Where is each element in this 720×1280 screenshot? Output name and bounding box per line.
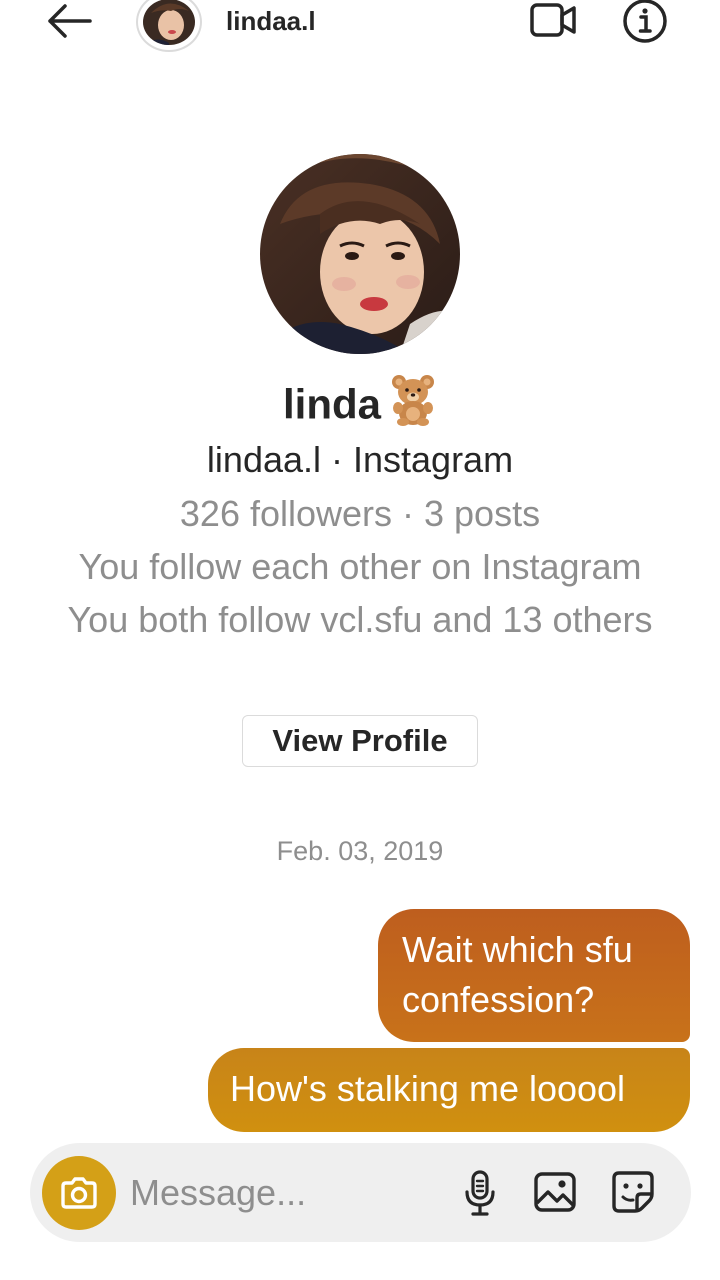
- gallery-button[interactable]: [532, 1169, 578, 1215]
- profile-stats-line: 326 followers · 3 posts: [179, 493, 541, 534]
- camera-icon: [61, 1177, 97, 1209]
- view-profile-button[interactable]: View Profile: [242, 715, 478, 767]
- message-composer: [30, 1143, 691, 1242]
- info-icon: [623, 0, 667, 43]
- camera-button[interactable]: [42, 1156, 116, 1230]
- message-input[interactable]: [130, 1167, 450, 1219]
- voice-message-button[interactable]: [460, 1169, 500, 1217]
- microphone-icon: [465, 1170, 495, 1216]
- profile-photo: [260, 154, 460, 354]
- gallery-icon: [534, 1172, 576, 1212]
- profile-mutual-follows: You both follow vcl.sfu and 13 others: [67, 599, 653, 640]
- header-username[interactable]: lindaa.l: [226, 6, 316, 36]
- sticker-button[interactable]: [610, 1169, 656, 1215]
- top-bar: lindaa.l: [0, 0, 720, 52]
- profile-avatar[interactable]: [260, 154, 460, 354]
- profile-follow-status: You follow each other on Instagram: [78, 546, 642, 587]
- profile-handle-line: lindaa.l · Instagram: [206, 439, 514, 480]
- message-bubble-sent[interactable]: Wait which sfu confession?: [378, 909, 690, 1042]
- info-button[interactable]: [618, 0, 672, 46]
- profile-name-row: linda: [0, 372, 720, 443]
- profile-name: linda: [282, 380, 381, 428]
- teddy-bear-emoji: [389, 372, 437, 443]
- conversation-date: Feb. 03, 2019: [276, 836, 444, 866]
- back-button[interactable]: [42, 0, 96, 42]
- header-avatar[interactable]: [136, 0, 202, 52]
- arrow-left-icon: [48, 4, 92, 38]
- sticker-icon: [612, 1171, 654, 1213]
- avatar-photo: [143, 0, 195, 45]
- message-bubble-sent[interactable]: How's stalking me looool: [208, 1048, 690, 1132]
- video-call-button[interactable]: [526, 0, 580, 42]
- video-camera-icon: [530, 3, 576, 37]
